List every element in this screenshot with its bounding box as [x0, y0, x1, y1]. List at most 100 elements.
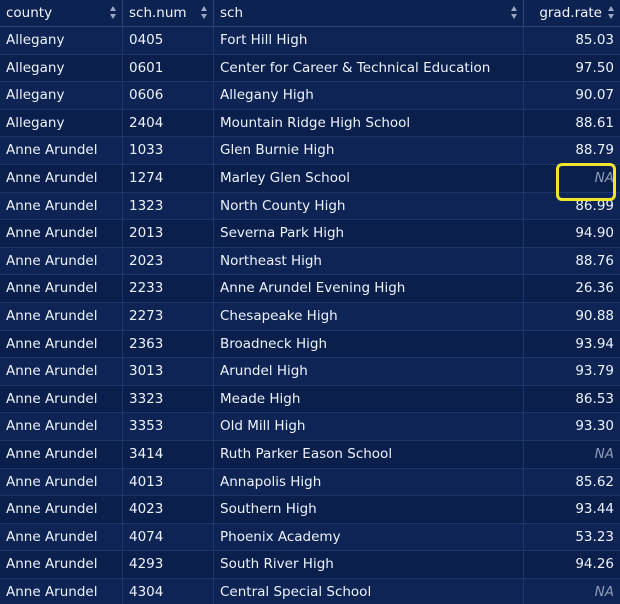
column-header-sch[interactable]: sch [214, 0, 524, 26]
data-viewer-table: county sch.num sch grad.rate Allegany 040… [0, 0, 620, 604]
cell-grad-rate: 53.23 [575, 528, 614, 545]
cell-county: Anne Arundel [0, 220, 123, 247]
table-row[interactable]: Allegany 0601 Center for Career & Technica… [0, 54, 620, 83]
cell-sch-num: 2273 [123, 302, 214, 330]
cell-sch: Glen Burnie High [214, 137, 524, 164]
cell-county: Anne Arundel [0, 523, 123, 551]
table-row[interactable]: Anne Arundel 2233 Anne Arundel Evening Hig… [0, 275, 620, 303]
cell-sch: Southern High [214, 496, 524, 523]
table-header: county sch.num sch grad.rate [0, 0, 620, 27]
cell-grad-rate: 97.50 [575, 59, 614, 76]
table-row[interactable]: Anne Arundel 2363 Broadneck High 93.94 [0, 330, 620, 359]
cell-sch: Severna Park High [214, 220, 524, 247]
cell-sch-num: 1323 [123, 192, 214, 220]
cell-sch-num: 2404 [123, 109, 214, 137]
cell-grad-rate: 93.30 [575, 418, 614, 435]
cell-grad-rate: 90.07 [575, 87, 614, 104]
cell-county: Anne Arundel [0, 551, 123, 578]
cell-sch-num: 2013 [123, 220, 214, 247]
cell-sch: Old Mill High [214, 413, 524, 440]
sort-icon[interactable] [110, 5, 117, 20]
cell-sch: Annapolis High [214, 468, 524, 496]
table-row[interactable]: Anne Arundel 4013 Annapolis High 85.62 [0, 468, 620, 497]
table-row[interactable]: Anne Arundel 1323 North County High 86.99 [0, 192, 620, 221]
table-row[interactable]: Anne Arundel 4074 Phoenix Academy 53.23 [0, 523, 620, 552]
cell-grad-rate: NA [594, 583, 614, 600]
column-header-grad-rate[interactable]: grad.rate [524, 0, 620, 26]
cell-sch: North County High [214, 192, 524, 220]
cell-sch-num: 3353 [123, 413, 214, 440]
sort-icon[interactable] [511, 5, 518, 20]
table-row[interactable]: Anne Arundel 2023 Northeast High 88.76 [0, 247, 620, 276]
cell-county: Allegany [0, 27, 123, 54]
cell-sch-num: 2363 [123, 330, 214, 358]
cell-sch: Northeast High [214, 247, 524, 275]
cell-grad-rate: 85.62 [575, 473, 614, 490]
cell-sch-num: 0405 [123, 27, 214, 54]
table-row[interactable]: Anne Arundel 4023 Southern High 93.44 [0, 496, 620, 524]
table-row[interactable]: Anne Arundel 3414 Ruth Parker Eason School… [0, 440, 620, 469]
table-row[interactable]: Anne Arundel 1274 Marley Glen School NA [0, 164, 620, 193]
cell-sch: South River High [214, 551, 524, 578]
cell-sch-num: 3323 [123, 385, 214, 413]
cell-sch-num: 1033 [123, 137, 214, 164]
cell-county: Allegany [0, 82, 123, 109]
cell-grad-rate: 88.76 [575, 252, 614, 269]
column-header-county[interactable]: county [0, 0, 123, 26]
cell-grad-rate: 93.44 [575, 501, 614, 518]
table-row[interactable]: Anne Arundel 3353 Old Mill High 93.30 [0, 413, 620, 441]
cell-county: Anne Arundel [0, 496, 123, 523]
cell-sch: Chesapeake High [214, 302, 524, 330]
cell-county: Anne Arundel [0, 164, 123, 192]
table-row[interactable]: Allegany 0606 Allegany High 90.07 [0, 82, 620, 110]
cell-sch: Meade High [214, 385, 524, 413]
cell-county: Anne Arundel [0, 578, 123, 604]
table-row[interactable]: Allegany 2404 Mountain Ridge High School 88… [0, 109, 620, 138]
cell-grad-rate: 94.90 [575, 225, 614, 242]
cell-grad-rate: 93.79 [575, 363, 614, 380]
cell-sch-num: 4304 [123, 578, 214, 604]
cell-sch-num: 4293 [123, 551, 214, 578]
cell-sch: Anne Arundel Evening High [214, 275, 524, 302]
cell-county: Anne Arundel [0, 275, 123, 302]
cell-sch-num: 0606 [123, 82, 214, 109]
table-row[interactable]: Anne Arundel 3013 Arundel High 93.79 [0, 358, 620, 386]
cell-grad-rate: 88.61 [575, 114, 614, 131]
cell-sch-num: 2233 [123, 275, 214, 302]
column-header-label: county [6, 5, 53, 21]
cell-sch-num: 4013 [123, 468, 214, 496]
cell-sch: Phoenix Academy [214, 523, 524, 551]
table-row[interactable]: Allegany 0405 Fort Hill High 85.03 [0, 27, 620, 55]
cell-county: Anne Arundel [0, 302, 123, 330]
sort-icon[interactable] [201, 5, 208, 20]
cell-grad-rate: 88.79 [575, 142, 614, 159]
cell-county: Allegany [0, 54, 123, 82]
column-header-label: sch.num [129, 5, 187, 21]
table-row[interactable]: Anne Arundel 4293 South River High 94.26 [0, 551, 620, 579]
cell-grad-rate: 93.94 [575, 335, 614, 352]
cell-county: Anne Arundel [0, 468, 123, 496]
cell-sch: Marley Glen School [214, 164, 524, 192]
cell-sch: Broadneck High [214, 330, 524, 358]
table-row[interactable]: Anne Arundel 2273 Chesapeake High 90.88 [0, 302, 620, 331]
cell-sch-num: 1274 [123, 164, 214, 192]
table-row[interactable]: Anne Arundel 2013 Severna Park High 94.90 [0, 220, 620, 248]
cell-grad-rate: 26.36 [575, 280, 614, 297]
cell-grad-rate: NA [594, 169, 614, 186]
cell-sch-num: 2023 [123, 247, 214, 275]
cell-county: Anne Arundel [0, 192, 123, 220]
table-row[interactable]: Anne Arundel 4304 Central Special School NA [0, 578, 620, 604]
cell-county: Anne Arundel [0, 440, 123, 468]
cell-sch-num: 3414 [123, 440, 214, 468]
table-row[interactable]: Anne Arundel 1033 Glen Burnie High 88.79 [0, 137, 620, 165]
table-row[interactable]: Anne Arundel 3323 Meade High 86.53 [0, 385, 620, 414]
cell-grad-rate: NA [594, 445, 614, 462]
cell-sch: Center for Career & Technical Education [214, 54, 524, 82]
cell-sch: Allegany High [214, 82, 524, 109]
cell-county: Anne Arundel [0, 358, 123, 385]
cell-sch: Mountain Ridge High School [214, 109, 524, 137]
column-header-label: sch [220, 5, 244, 21]
sort-icon[interactable] [608, 5, 615, 20]
column-header-sch-num[interactable]: sch.num [123, 0, 214, 26]
cell-sch: Arundel High [214, 358, 524, 385]
